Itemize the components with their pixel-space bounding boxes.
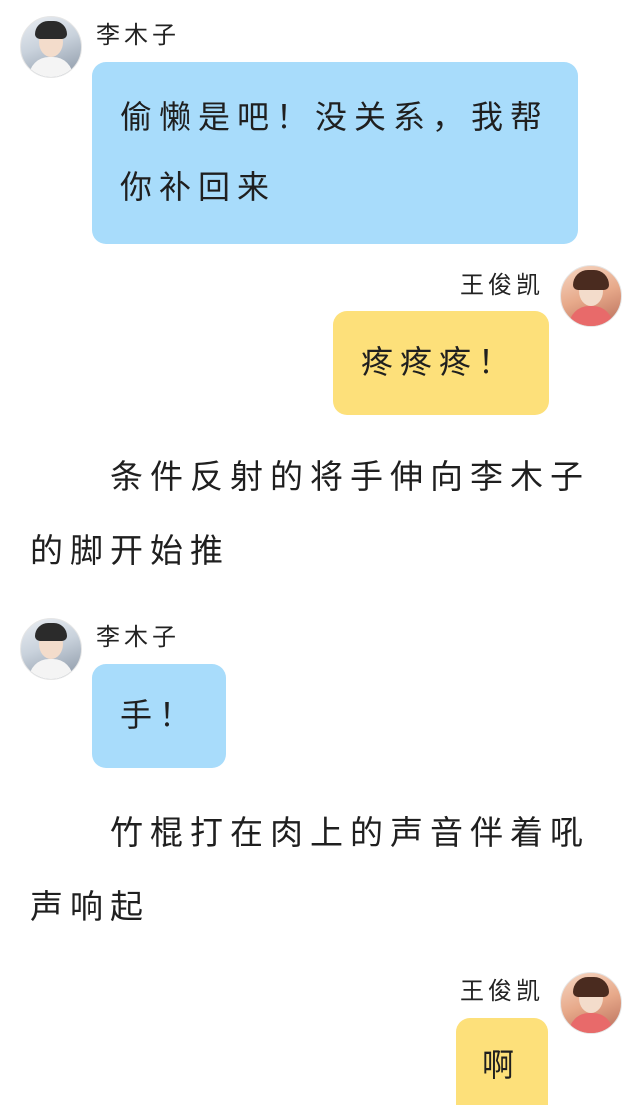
message-bubble[interactable]: 手！: [92, 664, 226, 768]
avatar-wang-junkai[interactable]: [560, 265, 622, 327]
message-text: 偷懒是吧！没关系，我帮你补回来: [120, 98, 550, 206]
message-bubble[interactable]: 偷懒是吧！没关系，我帮你补回来: [92, 62, 578, 244]
narration-text: 条件反射的将手伸向李木子的脚开始推: [30, 457, 590, 570]
message-text: 手！: [120, 696, 199, 734]
message-bubble[interactable]: 疼疼疼！: [333, 311, 549, 415]
sender-name: 王俊凯: [460, 271, 544, 299]
sender-name: 王俊凯: [460, 977, 544, 1005]
avatar-wang-junkai[interactable]: [560, 972, 622, 1034]
message-text: 疼疼疼！: [361, 343, 518, 381]
sender-name: 李木子: [96, 623, 180, 651]
message-text: 啊: [482, 1046, 522, 1084]
narration-text: 竹棍打在肉上的声音伴着吼声响起: [30, 813, 590, 926]
message-bubble[interactable]: 啊: [456, 1018, 548, 1105]
avatar-li-muzi[interactable]: [20, 16, 82, 78]
sender-name: 李木子: [96, 21, 180, 49]
avatar-li-muzi[interactable]: [20, 618, 82, 680]
